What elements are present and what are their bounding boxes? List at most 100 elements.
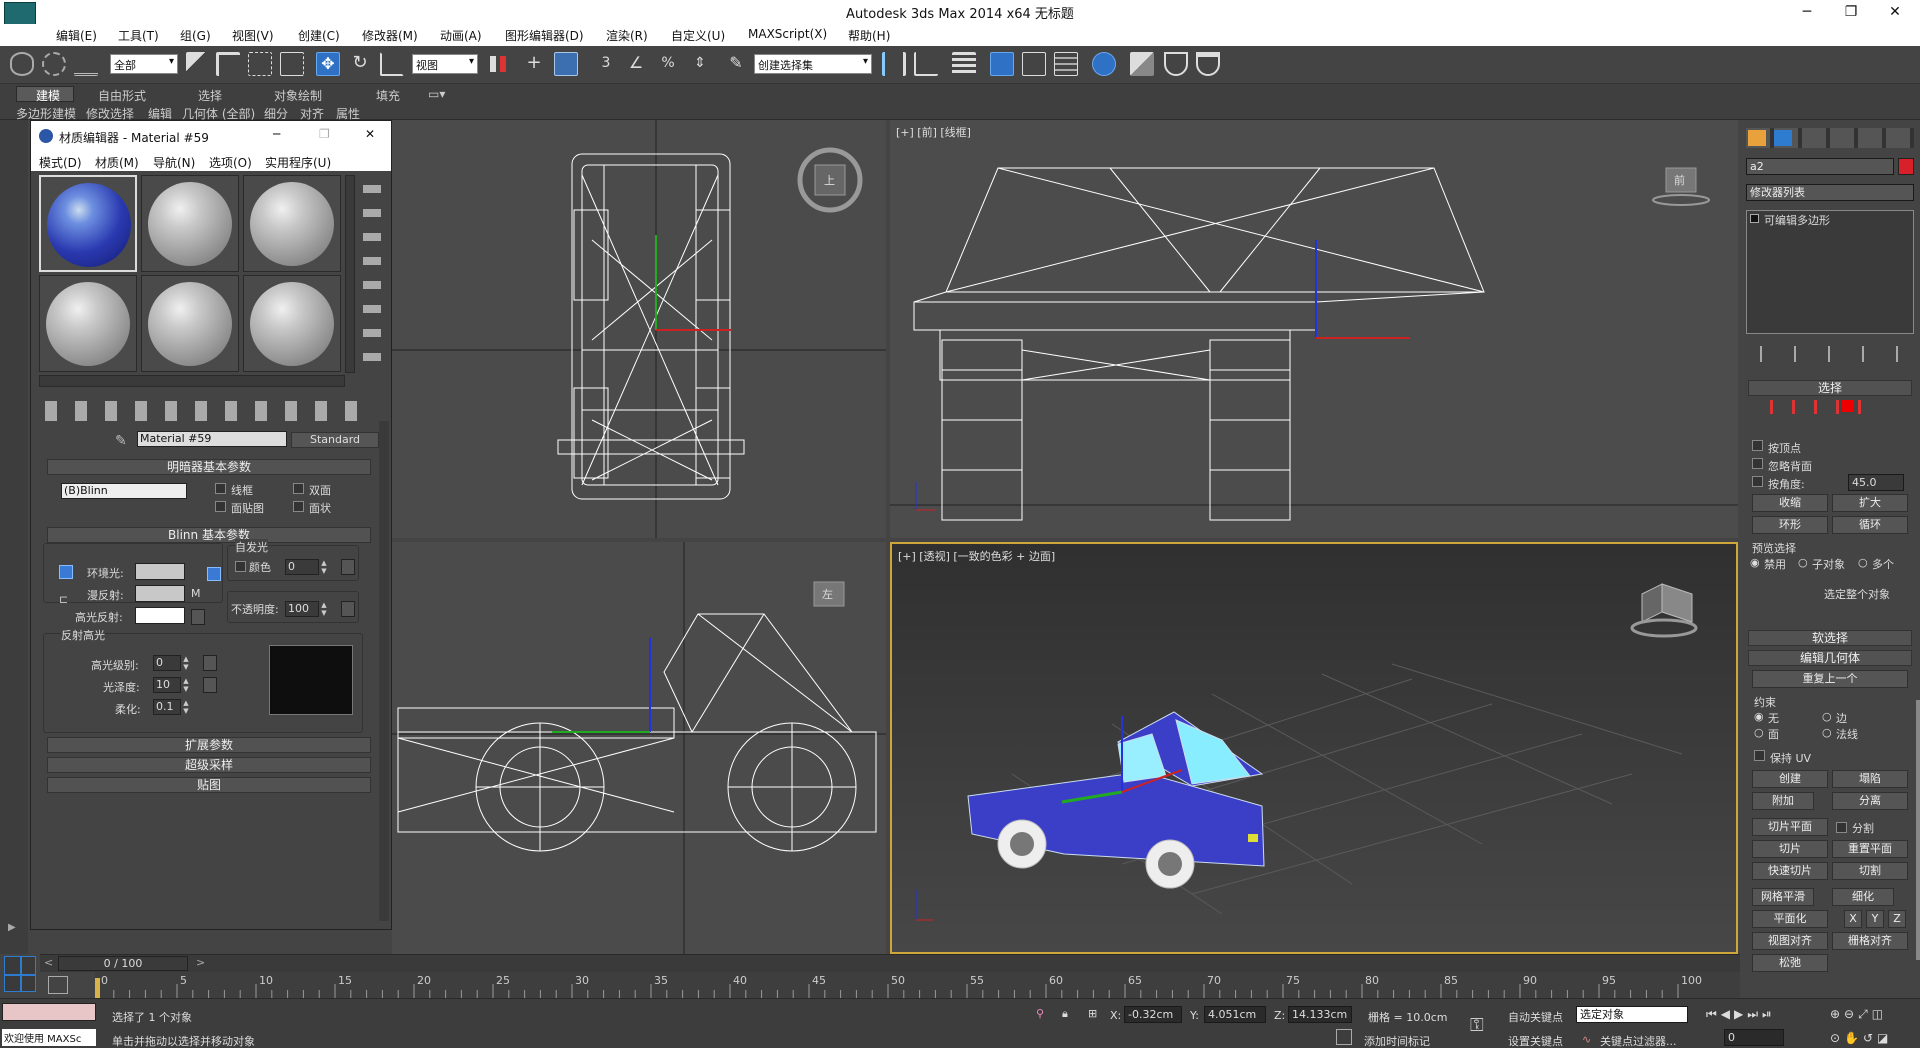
preview-multi-radio[interactable]: ○ bbox=[1858, 556, 1868, 569]
command-panel-tabs[interactable] bbox=[1746, 128, 1914, 148]
percent-snap-icon[interactable]: % bbox=[656, 52, 680, 76]
time-next-icon[interactable]: > bbox=[196, 956, 205, 969]
tessellate-button[interactable]: 细化 bbox=[1832, 888, 1894, 906]
material-type-button[interactable]: Standard bbox=[291, 432, 379, 448]
mated-max-button[interactable]: ❐ bbox=[319, 127, 330, 141]
self-illum-color-check[interactable] bbox=[235, 561, 246, 572]
mated-side-tools[interactable] bbox=[363, 177, 381, 377]
snap-3d-icon[interactable]: 3 bbox=[594, 52, 618, 76]
schematic-view-icon[interactable] bbox=[1054, 52, 1078, 76]
viewport-left[interactable]: 左 bbox=[392, 542, 886, 954]
modifier-list-dropdown[interactable]: 修改器列表 bbox=[1746, 184, 1914, 201]
relax-button[interactable]: 松弛 bbox=[1752, 954, 1828, 972]
planarize-x-button[interactable]: X bbox=[1844, 910, 1862, 928]
cut-button[interactable]: 切割 bbox=[1832, 862, 1908, 880]
angle-snap-icon[interactable]: ∠ bbox=[624, 52, 648, 76]
opacity-spinner[interactable]: ▲ ▼ bbox=[319, 601, 329, 617]
maxscript-listener[interactable] bbox=[2, 1003, 96, 1021]
viewport-layout-icon[interactable] bbox=[4, 956, 36, 992]
slots-hscroll[interactable] bbox=[39, 375, 345, 387]
subobject-level-icons[interactable] bbox=[1770, 400, 1880, 414]
ambient-swatch[interactable] bbox=[135, 563, 185, 580]
menu-create[interactable]: 创建(C) bbox=[298, 27, 340, 44]
select-by-name-icon[interactable] bbox=[216, 52, 240, 76]
ribbon-options-icon[interactable]: ▭▾ bbox=[428, 87, 445, 101]
current-frame-field[interactable]: 0 bbox=[1724, 1029, 1784, 1046]
self-illum-spinner[interactable]: ▲ ▼ bbox=[319, 559, 329, 575]
sample-slot-4[interactable] bbox=[39, 275, 137, 372]
soften-spinner[interactable]: ▲ ▼ bbox=[181, 699, 191, 715]
time-slider-thumb[interactable]: 0 / 100 bbox=[58, 956, 188, 971]
mated-min-button[interactable]: ─ bbox=[273, 127, 280, 141]
keyboard-shortcut-icon[interactable] bbox=[554, 52, 578, 76]
unlink-icon[interactable] bbox=[42, 52, 66, 76]
create-tab-icon[interactable] bbox=[1748, 130, 1766, 146]
y-coord-field[interactable]: 4.051cm bbox=[1204, 1006, 1266, 1023]
selection-filter-dropdown[interactable]: 全部 bbox=[110, 54, 178, 74]
self-illum-map-button[interactable] bbox=[341, 559, 355, 575]
z-coord-field[interactable]: 14.133cm bbox=[1288, 1006, 1352, 1023]
viewport-nav-controls[interactable]: ⊕⊖⤢◫ bbox=[1830, 1007, 1887, 1022]
menu-help[interactable]: 帮助(H) bbox=[848, 27, 890, 44]
facemap-check[interactable] bbox=[215, 501, 226, 512]
faceted-check[interactable] bbox=[293, 501, 304, 512]
constraint-none-radio[interactable]: ◉ bbox=[1754, 710, 1764, 723]
rendered-frame-icon[interactable] bbox=[1164, 52, 1188, 76]
x-coord-field[interactable]: -0.32cm bbox=[1124, 1006, 1182, 1023]
twosided-check[interactable] bbox=[293, 483, 304, 494]
diffuse-swatch[interactable] bbox=[135, 585, 185, 602]
eyedropper-icon[interactable]: ✎ bbox=[115, 433, 127, 449]
bind-spacewarp-icon[interactable] bbox=[74, 52, 98, 76]
edit-named-sets-icon[interactable]: ✎ bbox=[724, 52, 748, 76]
isolate-icon[interactable]: ⚲ bbox=[1036, 1007, 1044, 1020]
rollout-shader-basic[interactable]: 明暗器基本参数 bbox=[47, 459, 371, 475]
gloss-spinner[interactable]: ▲ ▼ bbox=[181, 677, 191, 693]
menu-modifiers[interactable]: 修改器(M) bbox=[362, 27, 418, 44]
rollout-edit-geometry[interactable]: 编辑几何体 bbox=[1748, 650, 1912, 666]
spec-level-spinner[interactable]: ▲ ▼ bbox=[181, 655, 191, 671]
material-editor-icon[interactable] bbox=[1092, 52, 1116, 76]
viewport-persp-label[interactable]: [+] [透视] [一致的色彩 + 边面] bbox=[898, 548, 1055, 564]
maximize-button[interactable]: ❐ bbox=[1836, 2, 1866, 22]
viewport-front-label[interactable]: [+] [前] [线框] bbox=[896, 124, 971, 140]
move-icon[interactable]: ✥ bbox=[316, 52, 340, 76]
mated-menu-navigation[interactable]: 导航(N) bbox=[153, 154, 195, 171]
ring-button[interactable]: 环形 bbox=[1752, 516, 1828, 534]
specular-swatch[interactable] bbox=[135, 607, 185, 624]
rollout-extended[interactable]: 扩展参数 bbox=[47, 737, 371, 753]
menu-rendering[interactable]: 渲染(R) bbox=[606, 27, 648, 44]
viewcube-top[interactable]: 上 bbox=[824, 172, 835, 188]
rollout-maps[interactable]: 贴图 bbox=[47, 777, 371, 793]
rollout-supersampling[interactable]: 超级采样 bbox=[47, 757, 371, 773]
grow-button[interactable]: 扩大 bbox=[1832, 494, 1908, 512]
track-bar[interactable]: 0 5 10 15 20 25 30 35 40 45 50 55 60 65 70 75 80 85 90 95 10… bbox=[95, 972, 1740, 998]
mated-scrollbar[interactable] bbox=[379, 421, 389, 921]
material-name-field[interactable]: Material #59 bbox=[137, 431, 287, 447]
menu-edit[interactable]: 编辑(E) bbox=[56, 27, 97, 44]
sample-slot-2[interactable] bbox=[141, 175, 239, 272]
mated-menu-material[interactable]: 材质(M) bbox=[95, 154, 139, 171]
preview-disable-radio[interactable]: ◉ bbox=[1750, 556, 1760, 569]
menu-customize[interactable]: 自定义(U) bbox=[671, 27, 725, 44]
window-crossing-icon[interactable] bbox=[280, 52, 304, 76]
expand-arrow-icon[interactable]: ▶ bbox=[8, 922, 16, 933]
sample-slot-3[interactable] bbox=[243, 175, 341, 272]
menu-animation[interactable]: 动画(A) bbox=[440, 27, 482, 44]
link-icon[interactable] bbox=[10, 52, 34, 76]
minimize-button[interactable]: ─ bbox=[1792, 2, 1822, 22]
layer-manager-icon[interactable] bbox=[952, 52, 976, 76]
opacity-value[interactable]: 100 bbox=[285, 601, 319, 617]
render-setup-icon[interactable] bbox=[1130, 52, 1154, 76]
viewport-perspective[interactable]: [+] [透视] [一致的色彩 + 边面] bbox=[890, 542, 1738, 954]
shader-dropdown[interactable]: (B)Blinn bbox=[61, 483, 187, 499]
diffuse-map-button[interactable]: M bbox=[191, 587, 201, 600]
mated-menu-mode[interactable]: 模式(D) bbox=[39, 154, 82, 171]
mirror-icon[interactable] bbox=[882, 52, 906, 76]
sample-slot-6[interactable] bbox=[243, 275, 341, 372]
sample-slot-1[interactable] bbox=[39, 175, 137, 272]
welcome-text[interactable]: 欢迎使用 MAXSc bbox=[2, 1029, 96, 1046]
opacity-map-button[interactable] bbox=[341, 601, 355, 617]
planarize-z-button[interactable]: Z bbox=[1888, 910, 1906, 928]
rect-selection-icon[interactable] bbox=[248, 52, 272, 76]
ignore-back-check[interactable] bbox=[1752, 458, 1763, 469]
